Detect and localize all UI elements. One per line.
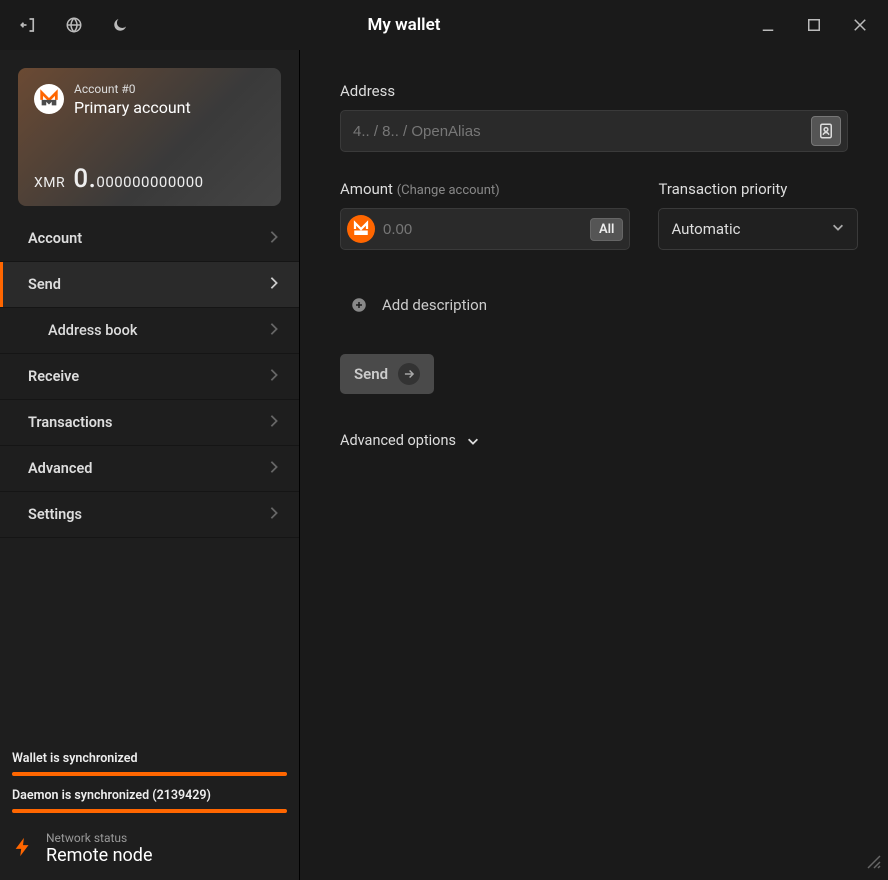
advanced-options-label: Advanced options: [340, 432, 456, 449]
minimize-button[interactable]: [754, 11, 782, 39]
amount-label: Amount (Change account): [340, 180, 630, 198]
chevron-right-icon: [269, 506, 279, 524]
chevron-right-icon: [269, 368, 279, 386]
nav-advanced-label: Advanced: [28, 460, 92, 477]
chevron-down-icon: [466, 434, 480, 448]
network-status-label: Network status: [46, 831, 153, 845]
send-button[interactable]: Send: [340, 354, 434, 394]
address-input-wrap: [340, 110, 848, 152]
wallet-sync-label: Wallet is synchronized: [12, 751, 287, 766]
nav-send-label: Send: [28, 276, 61, 293]
monero-coin-icon: [347, 215, 375, 243]
add-description-label: Add description: [382, 296, 487, 314]
plus-circle-icon: [350, 296, 368, 314]
chevron-right-icon: [269, 276, 279, 294]
change-account-link[interactable]: (Change account): [397, 183, 500, 198]
resize-handle-icon[interactable]: [866, 854, 882, 874]
nav-address-book[interactable]: Address book: [0, 308, 299, 354]
account-label: Account #0: [74, 82, 136, 96]
chevron-right-icon: [269, 460, 279, 478]
account-name: Primary account: [74, 98, 191, 117]
nav-settings[interactable]: Settings: [0, 492, 299, 538]
nav-account[interactable]: Account: [0, 216, 299, 262]
balance-frac: 000000000000: [96, 173, 203, 191]
address-label: Address: [340, 82, 848, 100]
arrow-right-icon: [398, 363, 420, 385]
all-button[interactable]: All: [590, 218, 623, 241]
daemon-sync-bar: [12, 809, 287, 813]
advanced-options-toggle[interactable]: Advanced options: [340, 432, 848, 449]
add-description-button[interactable]: Add description: [350, 296, 848, 314]
daemon-sync-label: Daemon is synchronized (2139429): [12, 788, 287, 803]
nav-send[interactable]: Send: [0, 262, 299, 308]
nav-transactions-label: Transactions: [28, 414, 112, 431]
priority-value: Automatic: [671, 220, 740, 238]
nav-settings-label: Settings: [28, 506, 82, 523]
account-balance: XMR 0.000000000000: [34, 164, 204, 194]
network-status-value: Remote node: [46, 845, 153, 866]
chevron-right-icon: [269, 322, 279, 340]
network-status[interactable]: Network status Remote node: [12, 831, 287, 866]
priority-select[interactable]: Automatic: [658, 208, 858, 250]
nav-advanced[interactable]: Advanced: [0, 446, 299, 492]
balance-ticker: XMR: [34, 175, 65, 191]
chevron-right-icon: [269, 414, 279, 432]
send-panel: Address Amount (Change account): [300, 50, 888, 880]
monero-logo-icon: [34, 84, 64, 114]
send-button-label: Send: [354, 365, 388, 383]
nav-transactions[interactable]: Transactions: [0, 400, 299, 446]
logout-icon[interactable]: [14, 11, 42, 39]
address-input[interactable]: [353, 123, 811, 140]
priority-label: Transaction priority: [658, 180, 858, 198]
nav-account-label: Account: [28, 230, 82, 247]
window-title: My wallet: [72, 15, 736, 35]
amount-input[interactable]: [383, 221, 582, 238]
account-card[interactable]: Account #0 Primary account XMR 0.0000000…: [18, 68, 281, 206]
bolt-icon: [12, 834, 34, 864]
address-book-button[interactable]: [811, 116, 841, 146]
nav-receive-label: Receive: [28, 368, 79, 385]
wallet-sync-bar: [12, 772, 287, 776]
chevron-down-icon: [831, 220, 845, 238]
close-button[interactable]: [846, 11, 874, 39]
nav-address-book-label: Address book: [48, 322, 137, 339]
maximize-button[interactable]: [800, 11, 828, 39]
sidebar: Account #0 Primary account XMR 0.0000000…: [0, 50, 300, 880]
balance-int: 0.: [73, 164, 96, 194]
nav-receive[interactable]: Receive: [0, 354, 299, 400]
amount-label-text: Amount: [340, 180, 393, 198]
chevron-right-icon: [269, 230, 279, 248]
